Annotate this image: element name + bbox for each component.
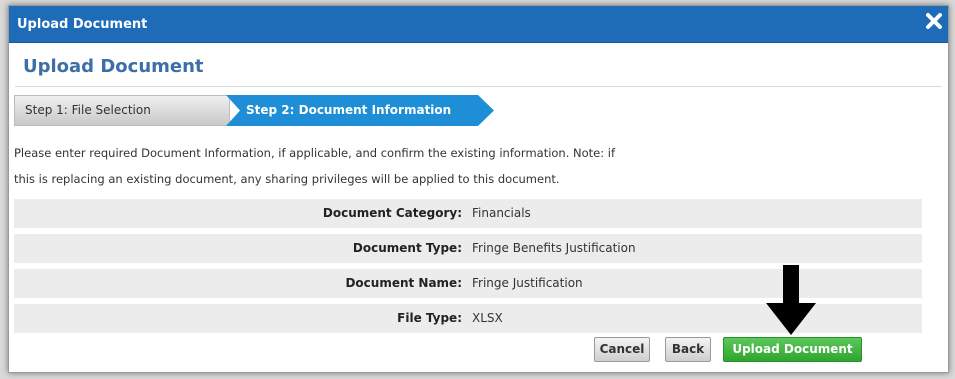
dialog-title: Upload Document	[17, 17, 148, 32]
field-value: Financials	[472, 206, 531, 220]
field-row-document-category: Document Category: Financials	[14, 199, 922, 228]
dialog-titlebar: Upload Document	[9, 6, 948, 43]
field-value: Fringe Justification	[472, 276, 583, 290]
step-document-information-label: Step 2: Document Information	[246, 103, 452, 117]
step-document-information: Step 2: Document Information	[226, 95, 494, 126]
arrow-down-icon	[766, 265, 816, 335]
field-label: Document Type:	[352, 241, 462, 255]
field-value: XLSX	[472, 311, 503, 325]
field-value: Fringe Benefits Justification	[472, 241, 636, 255]
field-label: Document Category:	[322, 206, 462, 220]
field-label: File Type:	[397, 311, 462, 325]
dialog-header: Upload Document	[15, 44, 942, 87]
page-title: Upload Document	[23, 56, 204, 77]
instructions-line-1: Please enter required Document Informati…	[14, 146, 616, 160]
instructions-text: Please enter required Document Informati…	[14, 140, 714, 192]
cancel-button[interactable]: Cancel	[594, 337, 650, 362]
field-row-document-type: Document Type: Fringe Benefits Justifica…	[14, 234, 922, 263]
back-button[interactable]: Back	[665, 337, 711, 362]
step-file-selection[interactable]: Step 1: File Selection	[14, 95, 230, 126]
close-icon[interactable]	[924, 11, 944, 31]
upload-document-button[interactable]: Upload Document	[723, 337, 862, 362]
field-label: Document Name:	[345, 276, 462, 290]
instructions-line-2: this is replacing an existing document, …	[14, 172, 560, 186]
